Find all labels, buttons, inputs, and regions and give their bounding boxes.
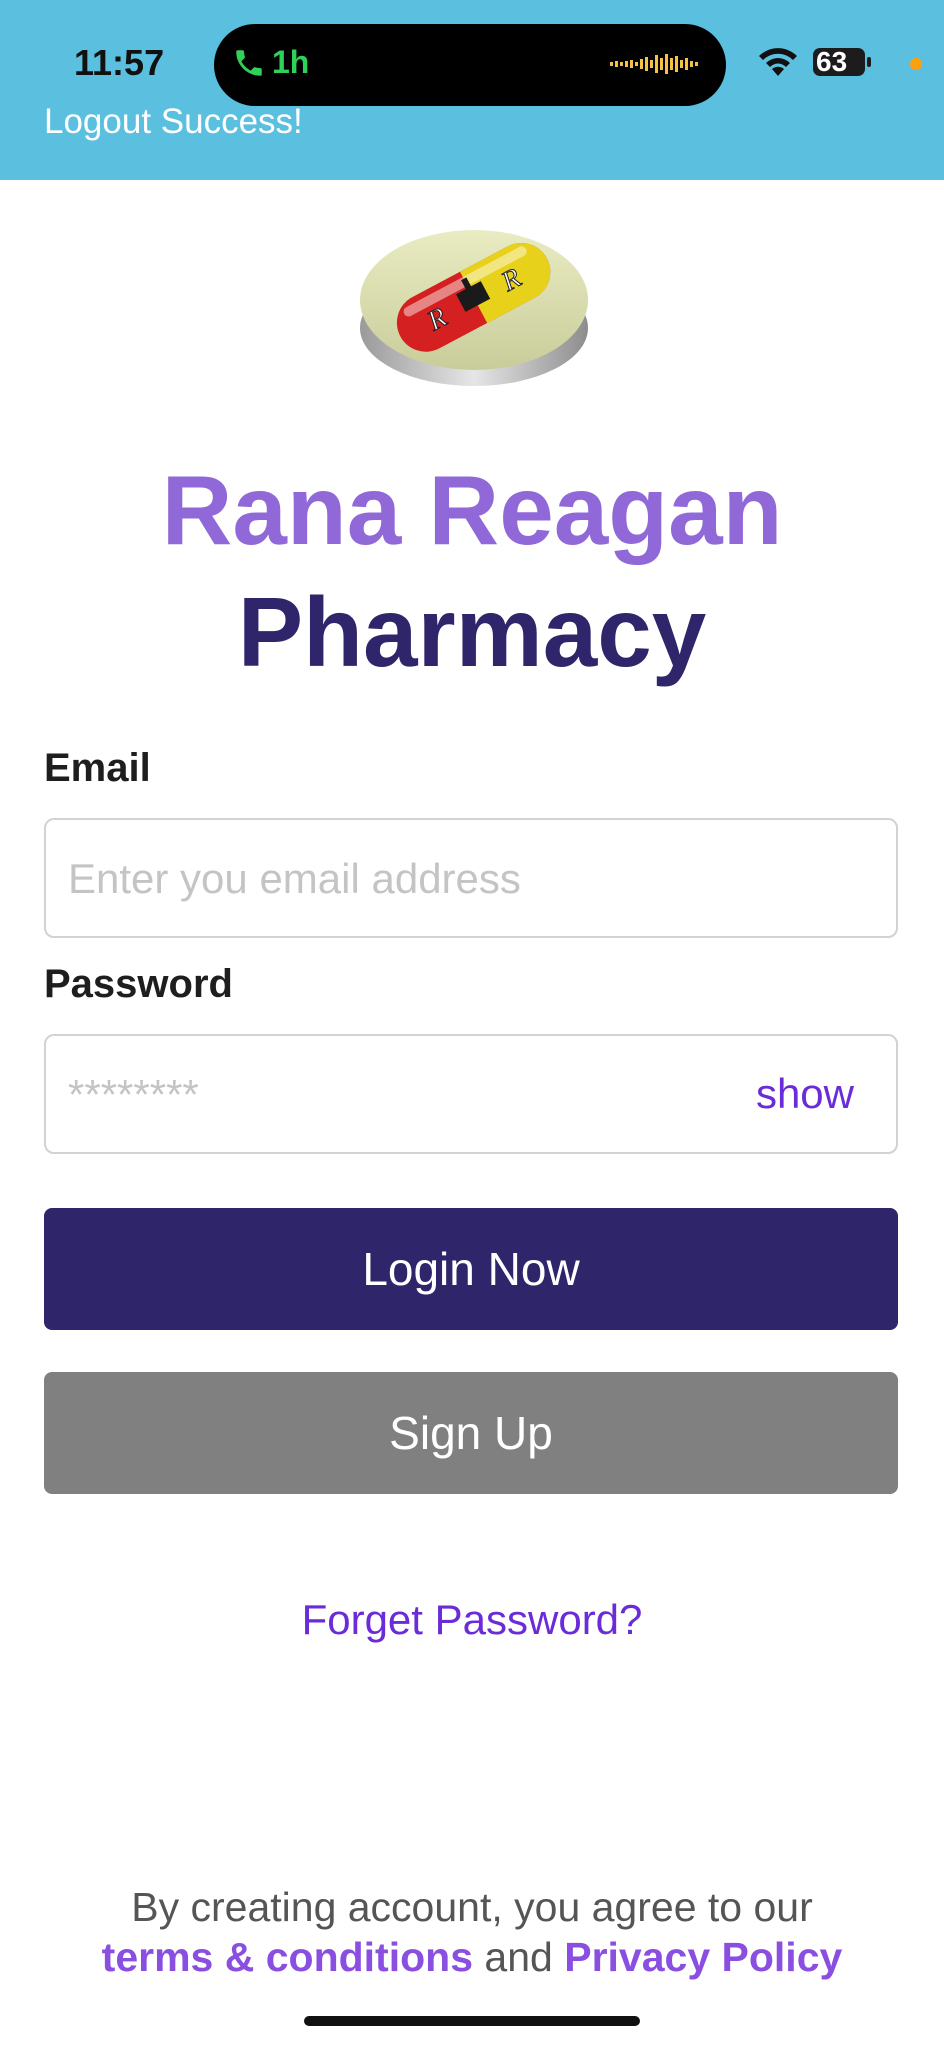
battery-level: 63	[816, 46, 848, 77]
waveform-icon	[610, 54, 698, 74]
privacy-indicator-dot	[910, 58, 922, 70]
wifi-icon	[759, 48, 797, 76]
password-input[interactable]	[66, 1036, 770, 1154]
privacy-policy-link[interactable]: Privacy Policy	[564, 1934, 842, 1980]
call-duration: 1h	[272, 44, 310, 80]
password-field-container: show	[44, 1034, 898, 1154]
home-indicator[interactable]	[304, 2016, 640, 2026]
and-text: and	[484, 1934, 553, 1980]
password-label: Password	[44, 962, 233, 1006]
phone-icon	[236, 50, 262, 76]
brand-title-line2: Pharmacy	[237, 577, 707, 687]
email-label: Email	[44, 746, 151, 790]
toast-message: Logout Success!	[44, 102, 303, 141]
forgot-password-link[interactable]: Forget Password?	[0, 1596, 944, 1644]
email-input[interactable]	[66, 820, 770, 938]
terms-link[interactable]: terms & conditions	[102, 1934, 473, 1980]
show-password-toggle[interactable]: show	[756, 1070, 854, 1118]
email-field-container	[44, 818, 898, 938]
pill-logo: R R	[360, 230, 588, 386]
status-time: 11:57	[74, 42, 165, 83]
agreement-text: By creating account, you agree to our	[131, 1884, 813, 1930]
brand-title-line1: Rana Reagan	[161, 455, 783, 565]
login-screen: 11:57 1h 63 Logout Success! R R Rana Rea…	[0, 0, 944, 2048]
login-button[interactable]: Login Now	[44, 1208, 898, 1330]
agreement-links: terms & conditions and Privacy Policy	[0, 1934, 944, 1981]
signup-button[interactable]: Sign Up	[44, 1372, 898, 1494]
